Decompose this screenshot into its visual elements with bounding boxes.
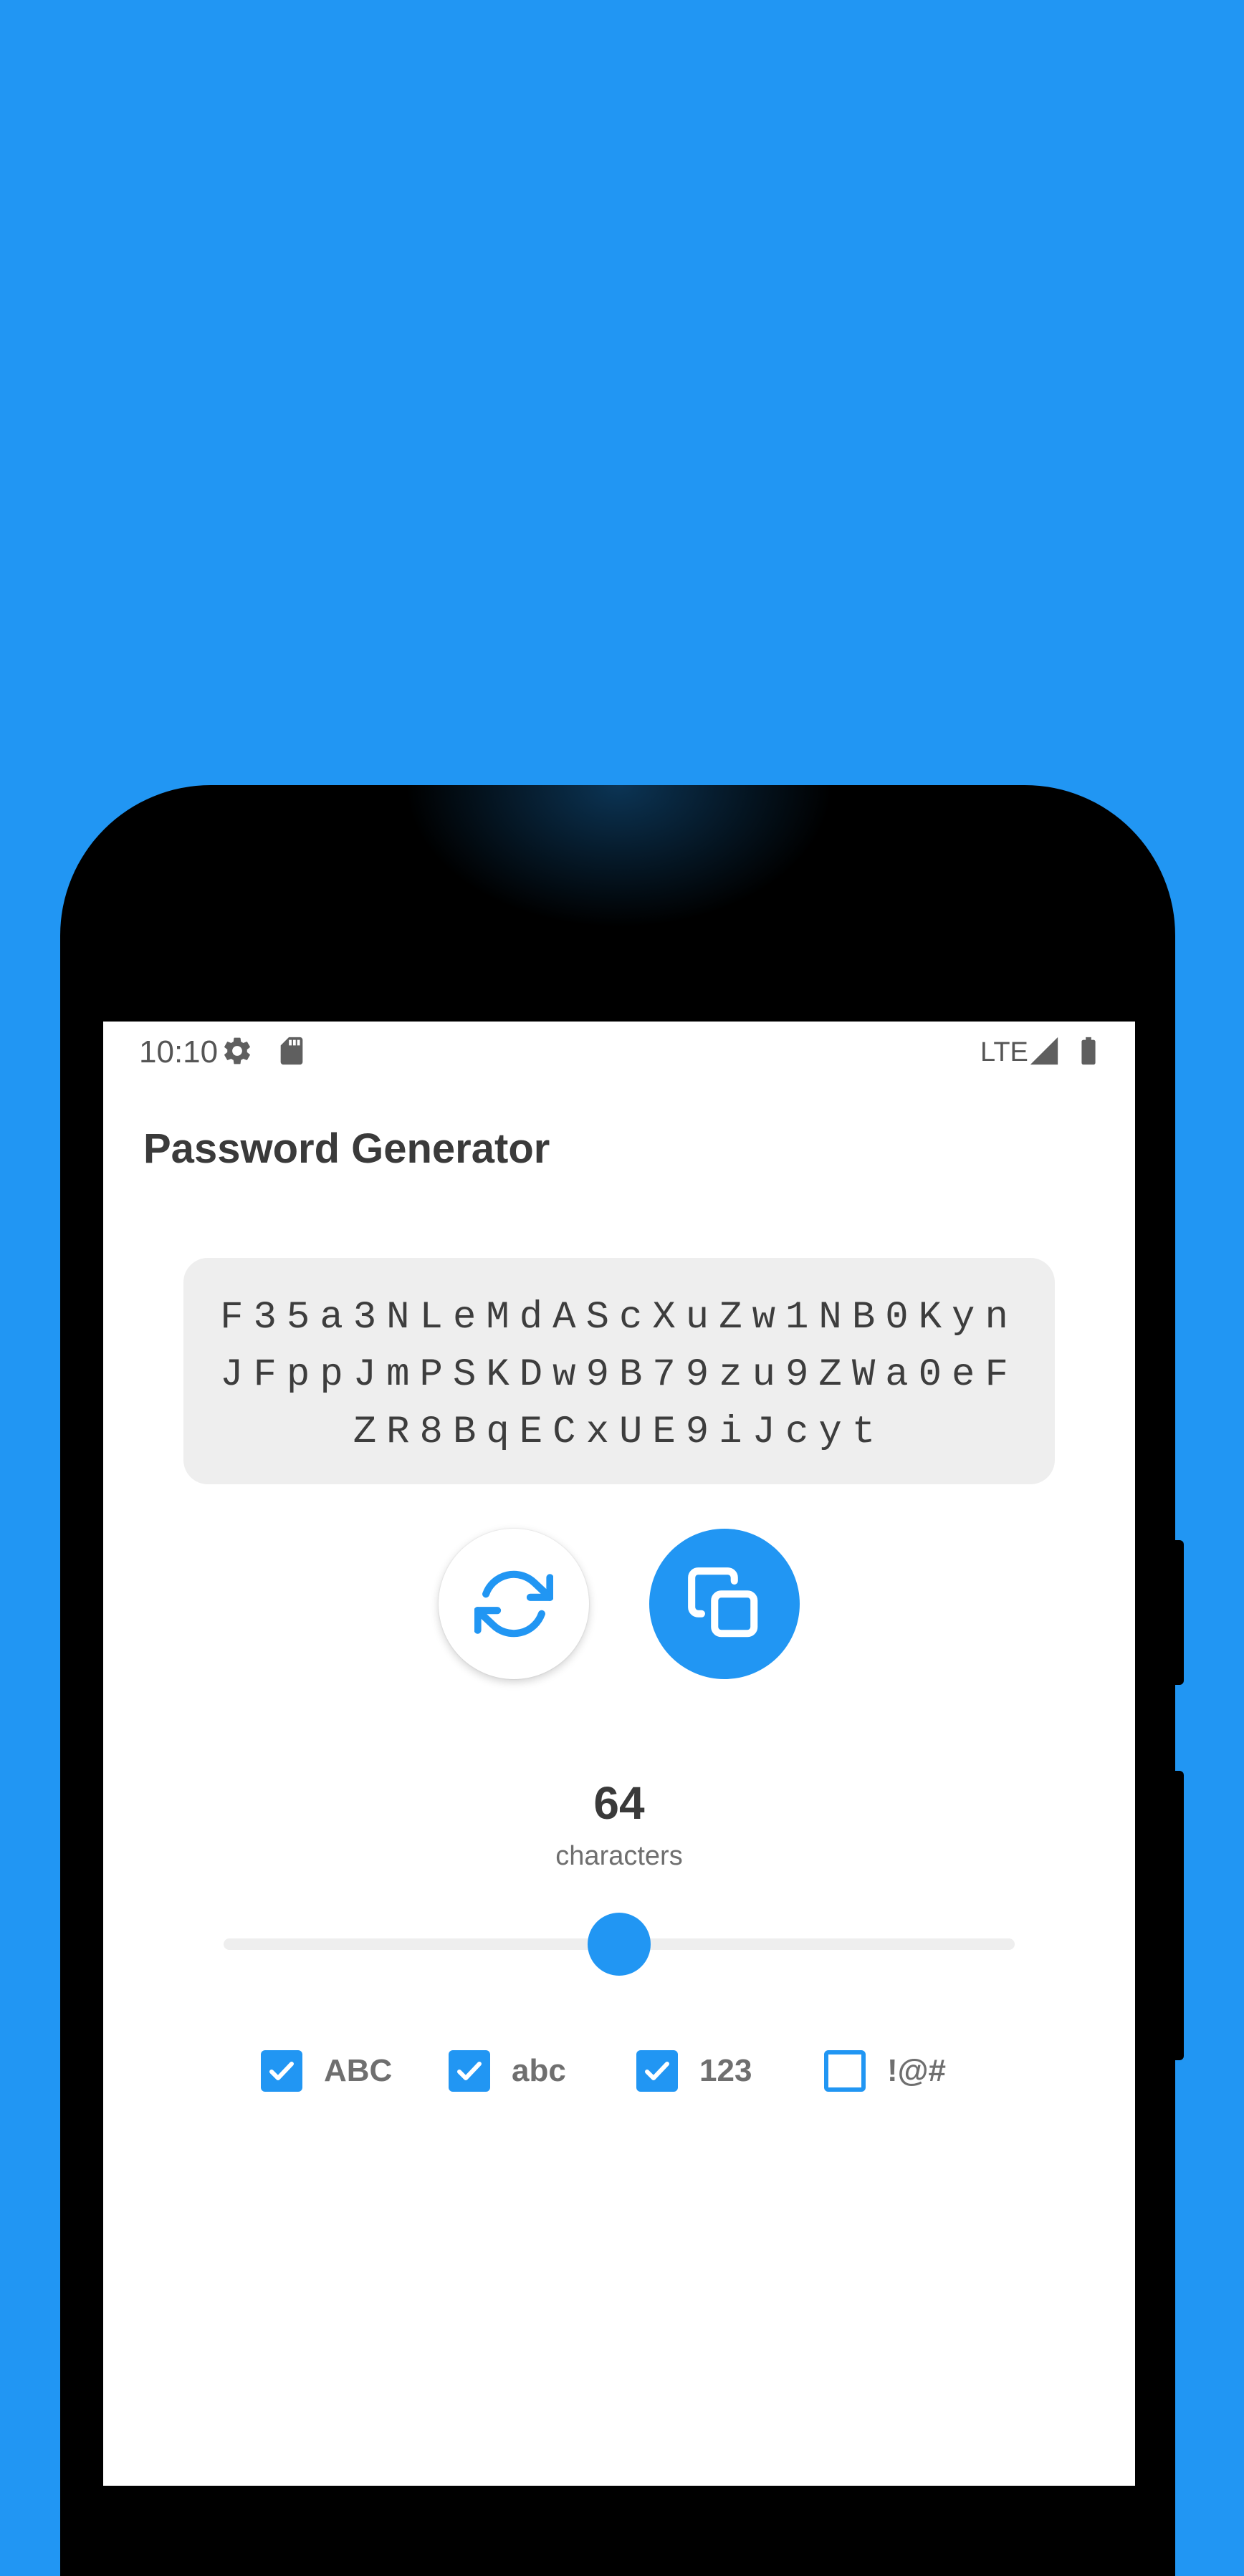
password-display[interactable]: F35a3NLeMdAScXuZw1NB0KynJFppJmPSKDw9B79z…	[183, 1258, 1055, 1484]
check-icon	[457, 2062, 482, 2080]
length-label: characters	[555, 1841, 683, 1871]
phone-camera-glow	[404, 785, 834, 928]
uppercase-checkbox[interactable]	[261, 2050, 302, 2092]
option-label: abc	[512, 2053, 566, 2088]
option-label: 123	[699, 2053, 752, 2088]
option-numbers[interactable]: 123	[636, 2047, 752, 2095]
network-type-label: LTE	[980, 1037, 1028, 1067]
symbols-checkbox[interactable]	[824, 2050, 866, 2092]
gear-icon	[221, 1034, 254, 1067]
phone-side-button	[1174, 1540, 1184, 1685]
sd-card-icon	[275, 1034, 308, 1067]
page-title: Password Generator	[143, 1125, 550, 1172]
option-label: !@#	[887, 2053, 947, 2088]
app-screen: 10:10 LTE Password Generator F35a3NLeMdA…	[103, 1022, 1135, 2486]
copy-button[interactable]	[649, 1529, 800, 1679]
numbers-checkbox[interactable]	[636, 2050, 678, 2092]
option-lowercase[interactable]: abc	[449, 2047, 566, 2095]
status-time: 10:10	[139, 1034, 219, 1070]
copy-icon	[685, 1565, 764, 1643]
status-bar: 10:10 LTE	[103, 1022, 1135, 1082]
phone-side-button	[1174, 1771, 1184, 2060]
length-slider-thumb[interactable]	[588, 1913, 651, 1976]
length-value: 64	[593, 1777, 645, 1829]
check-icon	[269, 2062, 294, 2080]
option-label: ABC	[324, 2053, 393, 2088]
option-uppercase[interactable]: ABC	[261, 2047, 392, 2095]
check-icon	[645, 2062, 669, 2080]
refresh-icon	[474, 1565, 553, 1643]
option-symbols[interactable]: !@#	[824, 2047, 946, 2095]
character-options: ABC abc 123 !@#	[103, 2047, 1135, 2105]
battery-icon	[1072, 1034, 1105, 1067]
regenerate-button[interactable]	[439, 1529, 589, 1679]
lowercase-checkbox[interactable]	[449, 2050, 490, 2092]
signal-icon	[1028, 1034, 1061, 1067]
